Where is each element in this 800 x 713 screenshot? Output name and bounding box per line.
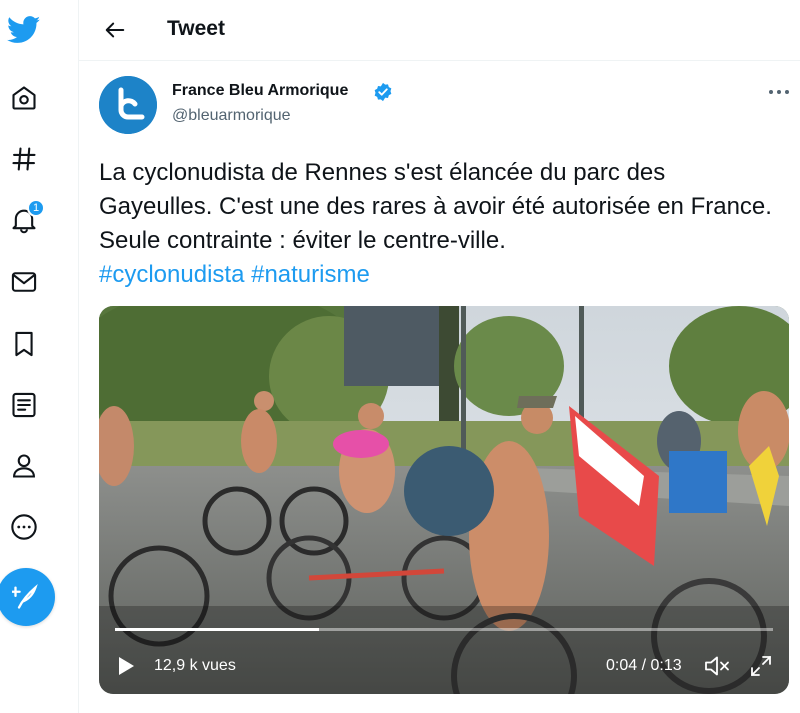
notifications-icon[interactable]: 1 <box>6 199 45 238</box>
hashtag-link[interactable]: #cyclonudista <box>99 261 244 288</box>
notification-badge: 1 <box>27 199 45 217</box>
main-column: Tweet France Bleu Armorique @bleuarmoriq… <box>79 0 800 713</box>
video-player[interactable]: 12,9 k vues 0:04 / 0:13 <box>99 306 789 694</box>
volume-muted-icon <box>705 656 729 676</box>
tweet-body: La cyclonudista de Rennes s'est élancée … <box>99 159 779 254</box>
volume-button[interactable] <box>704 654 730 678</box>
video-progress-fill <box>115 628 319 631</box>
sidebar-nav: 1 <box>0 0 79 713</box>
author-avatar[interactable] <box>99 76 157 134</box>
more-icon[interactable] <box>6 509 42 545</box>
profile-icon[interactable] <box>6 448 42 484</box>
verified-badge-icon <box>373 82 393 107</box>
back-arrow-icon <box>105 22 125 38</box>
author-name[interactable]: France Bleu Armorique <box>172 82 348 100</box>
page-title: Tweet <box>167 17 225 40</box>
france-bleu-logo <box>99 76 157 134</box>
back-button[interactable] <box>99 14 131 46</box>
compose-tweet-icon <box>12 584 38 609</box>
compose-tweet-button[interactable] <box>0 568 55 626</box>
hashtag-link[interactable]: #naturisme <box>251 261 370 288</box>
bookmarks-icon[interactable] <box>6 326 42 362</box>
play-button[interactable] <box>115 655 137 677</box>
twitter-logo-icon[interactable] <box>6 12 42 48</box>
video-frame <box>99 306 789 694</box>
explore-icon[interactable] <box>6 141 42 177</box>
play-icon <box>119 657 134 675</box>
home-icon[interactable] <box>6 80 42 116</box>
fullscreen-icon <box>751 656 771 676</box>
lists-icon[interactable] <box>6 387 42 423</box>
messages-icon[interactable] <box>6 264 42 300</box>
video-progress-bar[interactable] <box>115 628 773 631</box>
fullscreen-button[interactable] <box>749 654 773 678</box>
more-dots-icon <box>769 90 789 94</box>
tweet-more-button[interactable] <box>765 82 793 102</box>
author-handle[interactable]: @bleuarmorique <box>172 107 291 125</box>
view-count: 12,9 k vues <box>154 657 236 674</box>
page-header: Tweet <box>79 0 800 61</box>
video-time: 0:04 / 0:13 <box>606 657 682 674</box>
tweet-text: La cyclonudista de Rennes s'est élancée … <box>99 156 779 292</box>
